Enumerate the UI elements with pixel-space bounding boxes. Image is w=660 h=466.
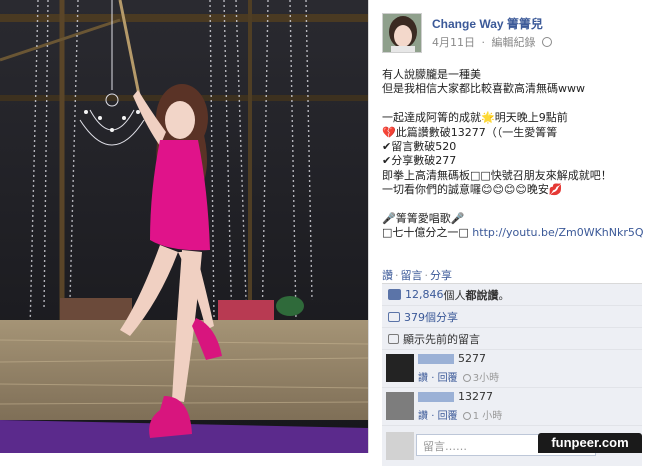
post-date[interactable]: 4月11日 (432, 36, 475, 49)
post-line: 有人說朦朧是一種美 (382, 68, 481, 81)
likes-end: 。 (498, 288, 510, 302)
likes-count[interactable]: 12,846 (405, 288, 444, 301)
likes-suffix: 個人 (443, 288, 466, 302)
share-icon (388, 311, 400, 322)
photo[interactable] (0, 0, 368, 453)
author-name[interactable]: Change Way 箐箐兒 (432, 15, 543, 32)
clock-icon (462, 374, 471, 382)
comment-separator: · (431, 373, 435, 384)
commenter-name-redacted[interactable] (418, 392, 454, 402)
thumbs-up-icon (388, 289, 401, 300)
comment-item: 13277 讚 · 回覆 1 小時 (382, 388, 642, 426)
comment-time[interactable]: 1 小時 (473, 411, 503, 422)
likes-link[interactable]: 都說讚 (466, 287, 499, 303)
post-line: ✔分享數破277 (382, 154, 457, 168)
post-line: 💔此篇讚數破13277（（一生愛箐箐 (382, 125, 558, 139)
post-header: Change Way 箐箐兒 4月11日 · 編輯紀錄 (382, 13, 652, 55)
shares-link[interactable]: 379個分享 (404, 309, 458, 325)
commenter-avatar[interactable] (386, 392, 414, 420)
comment-actions: 讚 · 回覆 1 小時 (418, 407, 502, 422)
post-line: 即拳上高清無碼板□□快號召朋友來解成就吧！ (382, 168, 612, 182)
post-line: 🎤箐箐愛唱歌🎤 (382, 211, 465, 225)
post-line: ✔留言數破520 (382, 139, 457, 153)
comment-like-button[interactable]: 讚 (418, 373, 428, 384)
comment-text: 5277 (458, 352, 486, 365)
post-actions: 讚 · 留言 · 分享 (382, 267, 452, 283)
comment-separator: · (431, 411, 435, 422)
comment-time[interactable]: 3小時 (473, 373, 499, 384)
viewer-avatar (386, 432, 414, 460)
post-meta: 4月11日 · 編輯紀錄 (432, 34, 552, 50)
post-line: 一切看你們的誠意囉😊😊😊😊晚安💋 (382, 183, 563, 197)
comment-actions: 讚 · 回覆 3小時 (418, 369, 499, 384)
comment-reply-button[interactable]: 回覆 (438, 411, 458, 422)
clock-icon (462, 412, 471, 420)
edit-history-link[interactable]: 編輯紀錄 (492, 36, 536, 49)
comment-reply-button[interactable]: 回覆 (438, 373, 458, 384)
comment-button[interactable]: 留言 (401, 269, 423, 282)
comment-bubble-icon (388, 333, 399, 344)
action-separator: · (395, 269, 399, 282)
share-button[interactable]: 分享 (430, 269, 452, 282)
commenter-name-redacted[interactable] (418, 354, 454, 364)
action-separator: · (424, 269, 429, 282)
author-avatar[interactable] (382, 13, 422, 53)
photo-image (0, 0, 368, 453)
post-line: 一起達成阿箐的成就🌟明天晚上9點前 (382, 111, 568, 125)
shares-summary: 379個分享 (382, 306, 642, 328)
link-prefix: □七十億分之一□ (382, 226, 473, 240)
view-previous-label[interactable]: 顯示先前的留言 (403, 331, 480, 347)
comment-text: 13277 (458, 390, 493, 403)
like-button[interactable]: 讚 (382, 269, 393, 282)
comment-like-button[interactable]: 讚 (418, 411, 428, 422)
view-previous-comments[interactable]: 顯示先前的留言 (382, 328, 642, 350)
globe-icon[interactable] (542, 37, 552, 47)
youtube-link[interactable]: http://youtu.be/Zm0WKhNkr5Q (472, 226, 643, 239)
likes-summary: 12,846 個人 都說讚 。 (382, 284, 642, 306)
post-link-line: □七十億分之一□ http://youtu.be/Zm0WKhNkr5Q (382, 226, 652, 240)
meta-separator: · (481, 36, 486, 49)
post-line: 但是我相信大家都比較喜歡高清無碼www (382, 82, 585, 96)
comment-item: 5277 讚 · 回覆 3小時 (382, 350, 642, 388)
site-watermark: funpeer.com (538, 433, 642, 453)
commenter-avatar[interactable] (386, 354, 414, 382)
avatar-image (383, 14, 421, 52)
post-body: 有人說朦朧是一種美 但是我相信大家都比較喜歡高清無碼www 一起達成阿箐的成就🌟… (382, 68, 652, 241)
photo-viewer: Change Way 箐箐兒 4月11日 · 編輯紀錄 有人說朦朧是一種美 但是… (0, 0, 660, 466)
